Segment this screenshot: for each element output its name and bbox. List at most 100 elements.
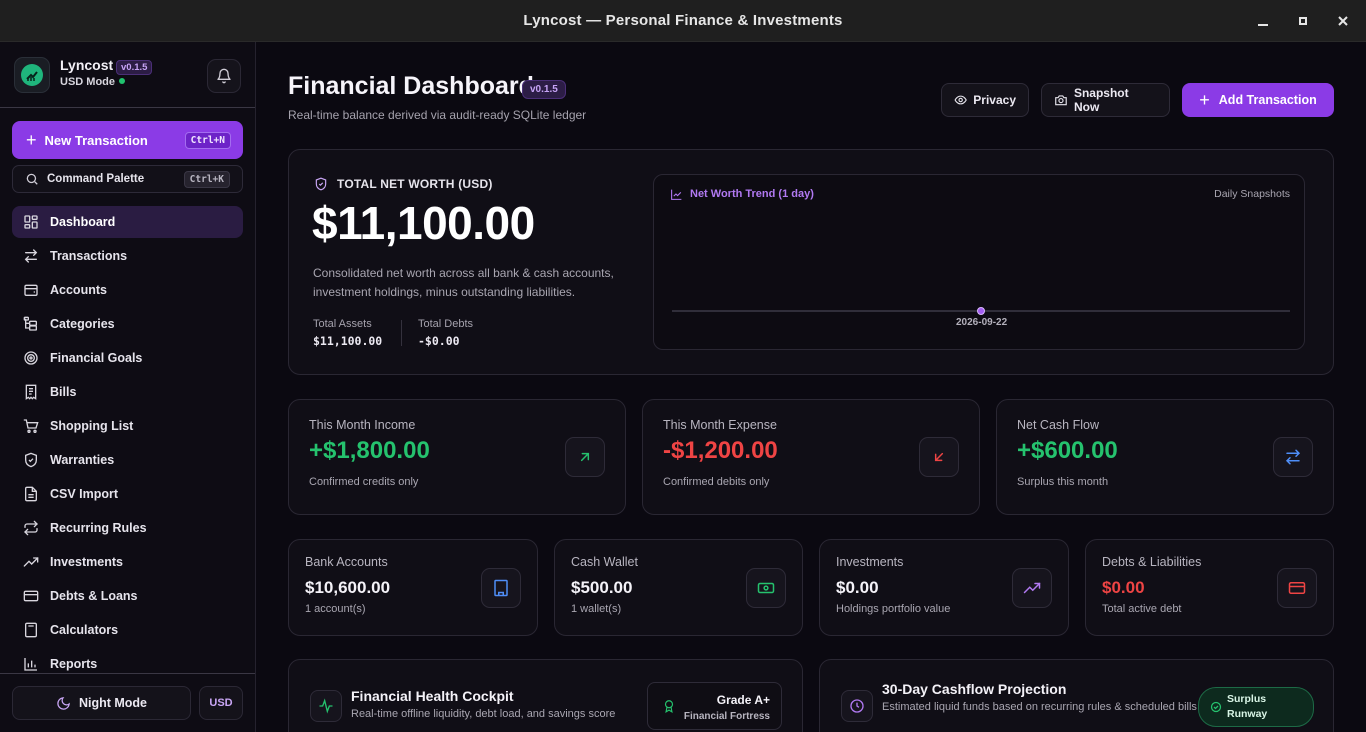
debts-value: $0.00 bbox=[1102, 578, 1145, 597]
sidebar-item-label: Categories bbox=[50, 317, 115, 331]
sidebar-item-label: Recurring Rules bbox=[50, 521, 147, 535]
night-mode-toggle[interactable]: Night Mode bbox=[12, 686, 191, 720]
page-title: Financial Dashboard bbox=[288, 72, 534, 100]
sidebar-item-calculators[interactable]: Calculators bbox=[12, 614, 243, 646]
award-icon bbox=[664, 700, 674, 714]
investments-value: $0.00 bbox=[836, 578, 879, 597]
new-transaction-shortcut: Ctrl+N bbox=[184, 132, 231, 149]
receipt-icon bbox=[25, 384, 37, 400]
sidebar-nav: Dashboard Transactions Accounts Categori… bbox=[12, 206, 243, 682]
arrow-up-right-icon bbox=[565, 437, 605, 477]
total-assets-value: $11,100.00 bbox=[313, 334, 383, 348]
snapshot-button[interactable]: Snapshot Now bbox=[1041, 83, 1170, 117]
plus-icon: + bbox=[1199, 90, 1210, 110]
income-sub: Confirmed credits only bbox=[309, 476, 419, 488]
arrows-swap-icon bbox=[24, 249, 38, 263]
debts-label: Debts & Liabilities bbox=[1102, 555, 1202, 569]
cashflow-label: Net Cash Flow bbox=[1017, 418, 1099, 432]
calculator-icon bbox=[25, 622, 37, 638]
sidebar-item-csv-import[interactable]: CSV Import bbox=[12, 478, 243, 510]
cashflow-value: +$600.00 bbox=[1017, 437, 1118, 464]
sidebar-item-label: Investments bbox=[50, 555, 123, 569]
runway-label-line2: Runway bbox=[1227, 708, 1268, 720]
search-icon bbox=[26, 173, 38, 185]
debts-sub: Total active debt bbox=[1102, 603, 1182, 615]
file-icon bbox=[25, 486, 37, 502]
cashflow-sub: Surplus this month bbox=[1017, 476, 1109, 488]
brand-name: Lyncost bbox=[60, 57, 114, 73]
camera-icon bbox=[1055, 95, 1067, 106]
maximize-button[interactable] bbox=[1283, 0, 1323, 42]
repeat-icon bbox=[24, 520, 38, 536]
dashboard-icon bbox=[24, 215, 38, 229]
expense-label: This Month Expense bbox=[663, 418, 777, 432]
sidebar-item-investments[interactable]: Investments bbox=[12, 546, 243, 578]
arrow-down-left-icon bbox=[919, 437, 959, 477]
sidebar-item-debts-loans[interactable]: Debts & Loans bbox=[12, 580, 243, 612]
night-mode-label: Night Mode bbox=[78, 696, 148, 710]
sidebar-item-accounts[interactable]: Accounts bbox=[12, 274, 243, 306]
net-worth-label: TOTAL NET WORTH (USD) bbox=[337, 177, 493, 191]
health-grade-sub: Financial Fortress bbox=[683, 711, 770, 722]
sidebar-item-label: Shopping List bbox=[50, 419, 134, 433]
privacy-label: Privacy bbox=[973, 93, 1016, 107]
income-card: This Month Income +$1,800.00 Confirmed c… bbox=[288, 399, 626, 515]
sidebar-item-label: Debts & Loans bbox=[50, 589, 138, 603]
privacy-button[interactable]: Privacy bbox=[941, 83, 1029, 117]
chart-data-point[interactable] bbox=[977, 307, 985, 315]
credit-card-icon bbox=[1277, 568, 1317, 608]
activity-icon bbox=[310, 690, 342, 722]
add-transaction-label: Add Transaction bbox=[1218, 93, 1317, 107]
sidebar: Lyncost v0.1.5 USD Mode + New Transactio… bbox=[0, 42, 256, 732]
sidebar-item-bills[interactable]: Bills bbox=[12, 376, 243, 408]
expense-value: -$1,200.00 bbox=[663, 437, 778, 464]
command-palette-label: Command Palette bbox=[47, 173, 145, 185]
sidebar-item-transactions[interactable]: Transactions bbox=[12, 240, 243, 272]
bank-accounts-card: Bank Accounts $10,600.00 1 account(s) bbox=[288, 539, 538, 636]
add-transaction-button[interactable]: + Add Transaction bbox=[1182, 83, 1334, 117]
income-label: This Month Income bbox=[309, 418, 416, 432]
sidebar-item-financial-goals[interactable]: Financial Goals bbox=[12, 342, 243, 374]
check-circle-icon bbox=[1210, 701, 1222, 713]
net-worth-value: $11,100.00 bbox=[312, 197, 535, 249]
new-transaction-button[interactable]: + New Transaction Ctrl+N bbox=[12, 121, 243, 159]
command-palette-shortcut: Ctrl+K bbox=[183, 171, 230, 188]
notifications-button[interactable] bbox=[207, 59, 241, 93]
currency-toggle[interactable]: USD bbox=[199, 686, 243, 720]
income-value: +$1,800.00 bbox=[309, 437, 430, 464]
cashflow-card: Net Cash Flow +$600.00 Surplus this mont… bbox=[996, 399, 1334, 515]
sidebar-item-dashboard[interactable]: Dashboard bbox=[12, 206, 243, 238]
sidebar-item-categories[interactable]: Categories bbox=[12, 308, 243, 340]
currency-mode-label: USD Mode bbox=[60, 76, 115, 88]
sidebar-item-label: Accounts bbox=[50, 283, 107, 297]
health-subtitle: Real-time offline liquidity, debt load, … bbox=[351, 708, 616, 720]
sidebar-item-warranties[interactable]: Warranties bbox=[12, 444, 243, 476]
sidebar-divider bbox=[0, 107, 255, 108]
cash-wallet-label: Cash Wallet bbox=[571, 555, 638, 569]
app-logo bbox=[14, 57, 50, 93]
close-button[interactable] bbox=[1323, 0, 1363, 42]
clock-icon bbox=[841, 690, 873, 722]
command-palette-button[interactable]: Command Palette Ctrl+K bbox=[12, 165, 243, 193]
plus-icon: + bbox=[26, 130, 37, 150]
total-debts: Total Debts -$0.00 bbox=[418, 318, 473, 348]
version-badge: v0.1.5 bbox=[116, 60, 153, 75]
sidebar-item-reports[interactable]: Reports bbox=[12, 648, 243, 680]
health-grade: Grade A+ bbox=[716, 693, 770, 707]
health-cockpit-card: Financial Health Cockpit Real-time offli… bbox=[288, 659, 803, 732]
minimize-button[interactable] bbox=[1243, 0, 1283, 42]
shield-check-icon bbox=[25, 452, 37, 468]
cash-wallet-card: Cash Wallet $500.00 1 wallet(s) bbox=[554, 539, 803, 636]
runway-label-line1: Surplus bbox=[1227, 693, 1267, 705]
investments-label: Investments bbox=[836, 555, 904, 569]
main-content: Financial Dashboard v0.1.5 Real-time bal… bbox=[256, 42, 1366, 732]
cashflow-projection-card: 30-Day Cashflow Projection Estimated liq… bbox=[819, 659, 1334, 732]
cash-wallet-value: $500.00 bbox=[571, 578, 633, 597]
building-icon bbox=[481, 568, 521, 608]
health-title: Financial Health Cockpit bbox=[351, 688, 514, 704]
sidebar-item-shopping-list[interactable]: Shopping List bbox=[12, 410, 243, 442]
sidebar-item-recurring-rules[interactable]: Recurring Rules bbox=[12, 512, 243, 544]
sidebar-item-label: Bills bbox=[50, 385, 77, 399]
health-grade-badge: Grade A+ Financial Fortress bbox=[647, 682, 782, 730]
wallet-icon bbox=[24, 284, 38, 296]
